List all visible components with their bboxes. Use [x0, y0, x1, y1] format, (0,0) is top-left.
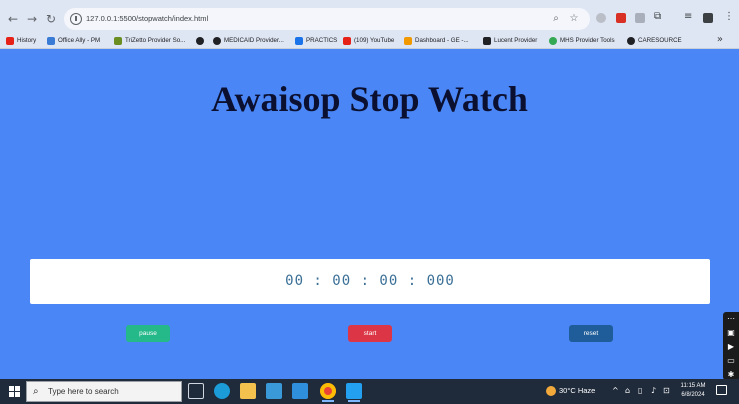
taskbar-clock[interactable]: 11:15 AM 6/8/2024 — [676, 382, 710, 400]
practics-icon — [295, 36, 303, 45]
forward-icon[interactable]: → — [25, 12, 39, 26]
bookmark-office-ally[interactable]: Office Ally - PM — [47, 35, 100, 46]
bookmark-history[interactable]: History — [6, 35, 36, 46]
windows-taskbar: ⌕ Type here to search 30°C Haze ^ ⌂ ▯ ♪ … — [0, 379, 739, 404]
clock-time: 11:15 AM — [680, 383, 706, 389]
youtube-icon — [343, 36, 351, 45]
edge-icon[interactable] — [214, 383, 230, 399]
chrome-icon[interactable] — [320, 383, 336, 402]
vscode-icon[interactable] — [346, 383, 362, 402]
window-icon[interactable]: ▭ — [723, 354, 739, 368]
bookmark-trizetto[interactable]: TriZetto Provider So... — [114, 35, 185, 46]
page-viewport: Awaisop Stop Watch 00 : 00 : 00 : 000 pa… — [0, 49, 739, 380]
pause-button[interactable]: pause — [126, 325, 170, 342]
bookmark-mhs[interactable]: MHS Provider Tools — [549, 35, 615, 46]
medicaid-icon — [213, 36, 221, 45]
network-icon[interactable]: ⌂ — [625, 385, 630, 397]
address-bar[interactable]: 127.0.0.1:5500/stopwatch/index.html ⌕ ☆ — [64, 8, 590, 30]
page-title: Awaisop Stop Watch — [211, 79, 528, 119]
file-explorer-icon[interactable] — [240, 383, 256, 399]
dashboard-icon — [404, 36, 412, 45]
battery-icon[interactable]: ▯ — [638, 385, 642, 397]
back-icon[interactable]: ← — [6, 12, 20, 26]
bookmark-dashboard[interactable]: Dashboard - GE -... — [404, 35, 469, 46]
bookmark-youtube[interactable]: (109) YouTube — [343, 35, 394, 46]
clock-date: 6/8/2024 — [681, 392, 705, 398]
screen-recorder-toolbar: ⋯ ▣ ▶ ▭ ✱ — [723, 312, 739, 380]
time-readout: 00 : 00 : 00 : 000 — [285, 273, 455, 289]
video-icon[interactable]: ▶ — [723, 340, 739, 354]
reload-icon[interactable]: ↻ — [44, 12, 58, 26]
show-hidden-icons-icon[interactable]: ^ — [612, 385, 619, 397]
taskbar-search-box[interactable]: ⌕ Type here to search — [26, 381, 182, 402]
settings-dots-icon[interactable]: ⋯ — [723, 312, 739, 326]
office-ally-icon — [47, 36, 55, 45]
reading-list-icon[interactable]: ≡ — [684, 11, 692, 23]
language-icon[interactable]: ⊡ — [663, 385, 670, 397]
stopwatch-display: 00 : 00 : 00 : 000 — [30, 259, 710, 304]
lucent-icon — [483, 36, 491, 45]
profile-extension-icon[interactable] — [596, 13, 606, 23]
taskbar-search-placeholder: Type here to search — [48, 387, 119, 396]
caresource-icon — [627, 36, 635, 45]
extensions-puzzle-icon[interactable]: ⧉ — [654, 11, 661, 23]
bookmarks-bar: History Office Ally - PM TriZetto Provid… — [0, 32, 739, 49]
camera-icon[interactable]: ▣ — [723, 326, 739, 340]
globe-icon — [196, 36, 204, 45]
mhs-icon — [549, 36, 557, 45]
bookmark-star-icon[interactable]: ☆ — [568, 13, 580, 25]
reset-button[interactable]: reset — [569, 325, 613, 342]
microsoft-store-icon[interactable] — [266, 383, 282, 399]
cloud-extension-icon[interactable] — [635, 13, 645, 23]
start-button[interactable]: start — [348, 325, 392, 342]
bookmark-caresource[interactable]: CARESOURCE — [627, 35, 682, 46]
trizetto-icon — [114, 36, 122, 45]
bookmarks-more-button[interactable]: » — [717, 34, 723, 46]
youtube-icon — [6, 36, 14, 45]
windows-start-icon[interactable] — [9, 386, 20, 397]
bookmark-practics[interactable]: PRACTICS — [295, 35, 337, 46]
notifications-icon[interactable] — [716, 385, 727, 395]
browser-menu-icon[interactable]: ⋮ — [724, 11, 734, 23]
netflix-extension-icon[interactable] — [616, 13, 626, 23]
bookmark-lucent[interactable]: Lucent Provider — [483, 35, 537, 46]
mail-icon[interactable] — [292, 383, 308, 399]
weather-widget[interactable]: 30°C Haze — [546, 384, 595, 398]
weather-text: 30°C Haze — [559, 386, 596, 395]
zoom-search-icon[interactable]: ⌕ — [550, 13, 562, 25]
site-info-icon[interactable] — [70, 13, 82, 25]
haze-icon — [546, 386, 556, 397]
address-url[interactable]: 127.0.0.1:5500/stopwatch/index.html — [86, 12, 208, 26]
bookmark-medicaid[interactable]: MEDICAID Provider... — [213, 35, 284, 46]
search-icon: ⌕ — [33, 386, 39, 397]
bookmark-globe[interactable] — [196, 35, 204, 46]
profile-avatar-icon[interactable] — [703, 13, 713, 23]
task-view-icon[interactable] — [188, 383, 204, 399]
volume-icon[interactable]: ♪ — [651, 385, 656, 397]
